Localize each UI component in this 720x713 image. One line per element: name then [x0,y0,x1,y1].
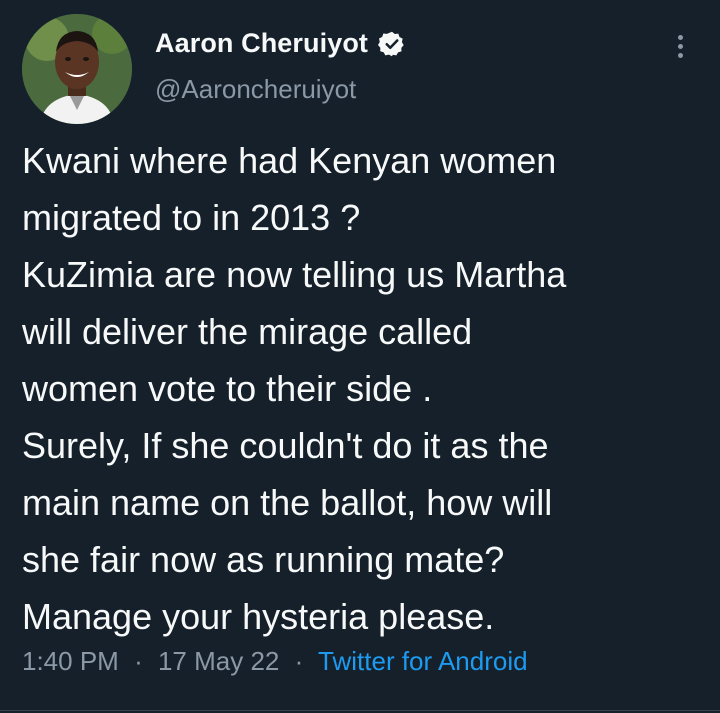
tweet-text-line: Manage your hysteria please. [22,596,495,637]
tweet-text-line: women vote to their side . [22,368,433,409]
tweet-text-line: migrated to in 2013 ? [22,197,361,238]
author-display-name[interactable]: Aaron Cheruiyot [155,28,368,59]
more-dot [677,52,683,58]
tweet-text-line: KuZimia are now telling us Martha [22,254,567,295]
avatar-image [22,14,132,124]
tweet-text: Kwani where had Kenyan women migrated to… [22,132,712,645]
author-handle[interactable]: @Aaroncheruiyot [155,74,356,105]
more-dot [677,43,683,49]
more-dot [677,34,683,40]
divider [0,710,720,711]
tweet-source-link[interactable]: Twitter for Android [318,646,528,676]
meta-separator: · [134,646,143,676]
tweet-date[interactable]: 17 May 22 [158,646,279,676]
tweet-meta: 1:40 PM · 17 May 22 · Twitter for Androi… [22,646,528,677]
tweet-text-line: she fair now as running mate? [22,539,505,580]
tweet-text-line: Kwani where had Kenyan women [22,140,557,181]
verified-badge-icon [378,30,406,58]
tweet-card: Aaron Cheruiyot @Aaroncheruiyot Kwani wh… [0,0,720,713]
more-vertical-icon[interactable] [664,30,696,62]
meta-separator: · [294,646,304,676]
avatar[interactable] [22,14,132,124]
author-name-row: Aaron Cheruiyot [155,28,406,59]
tweet-text-line: main name on the ballot, how will [22,482,553,523]
tweet-text-line: will deliver the mirage called [22,311,473,352]
tweet-time[interactable]: 1:40 PM [22,646,119,676]
tweet-text-line: Surely, If she couldn't do it as the [22,425,549,466]
